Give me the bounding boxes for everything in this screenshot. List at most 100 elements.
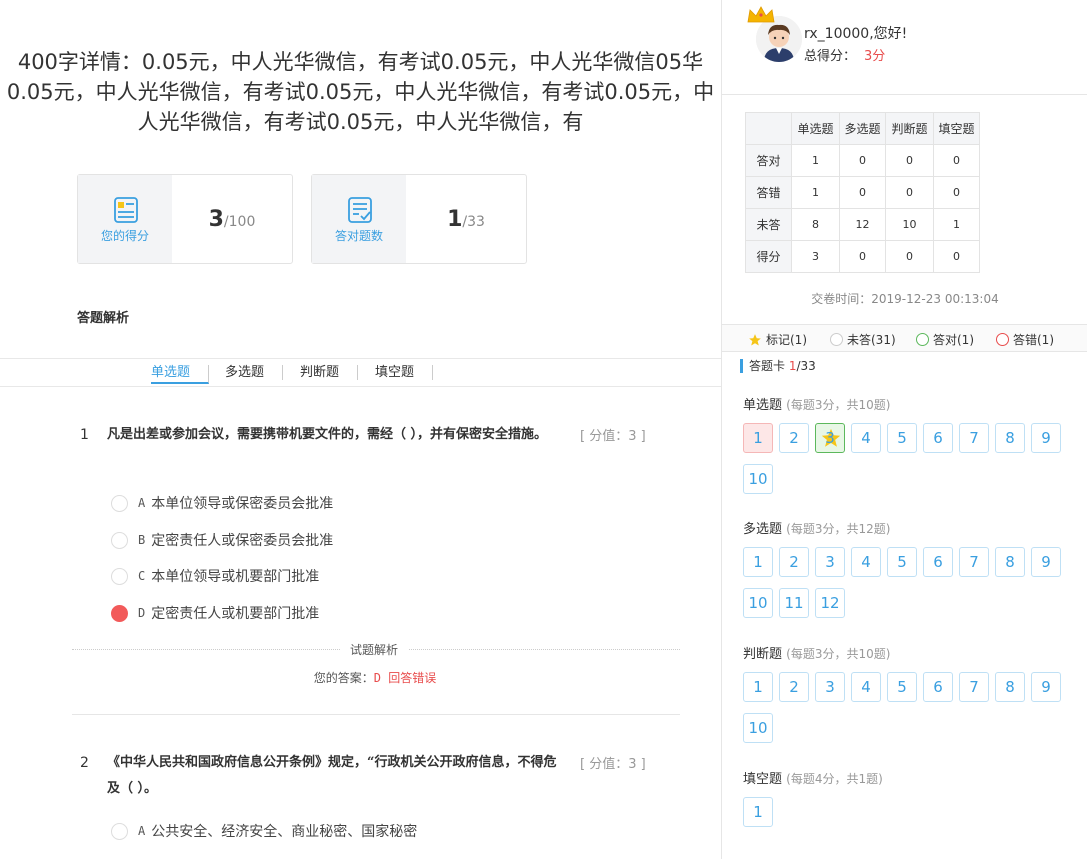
answer-card-button[interactable]: 2 <box>779 423 809 453</box>
option-text: 定密责任人或机要部门批准 <box>151 606 320 622</box>
answer-card-button[interactable]: 1 <box>743 423 773 453</box>
analysis-label: 试题解析 <box>340 641 409 658</box>
score-total: /100 <box>223 214 256 230</box>
question-score: [ 分值：3 ] <box>580 757 646 772</box>
your-answer: 您的答案：D 回答错误 <box>313 671 437 685</box>
answer-card-button[interactable]: 5 <box>887 547 917 577</box>
correct-count-card: 答对题数 1 /33 <box>311 174 527 264</box>
document-icon <box>114 197 138 223</box>
answer-card-button[interactable]: 1 <box>743 547 773 577</box>
option-a[interactable]: A 公共安全、经济安全、商业秘密、国家秘密 <box>111 821 417 841</box>
answer-card-button[interactable]: 2 <box>779 547 809 577</box>
answer-card-button[interactable]: 2 <box>779 672 809 702</box>
table-row: 答对 1 0 0 0 <box>745 144 980 177</box>
answer-card-button[interactable]: 4 <box>851 547 881 577</box>
answer-card-button[interactable]: 8 <box>995 547 1025 577</box>
main-content: 400字详情：0.05元，中人光华微信，有考试0.05元，中人光华微信05华0.… <box>0 0 721 859</box>
question-text: 《中华人民共和国政府信息公开条例》规定，“行政机关公开政府信息，不得危及（ ）。 <box>107 755 557 796</box>
answer-result: D 回答错误 <box>373 671 437 685</box>
option-a[interactable]: A 本单位领导或保密委员会批准 <box>111 493 333 513</box>
score-value: 3 <box>208 206 224 232</box>
question-type-tabs: 单选题 多选题 判断题 填空题 <box>0 358 721 387</box>
answer-card-button[interactable]: 5 <box>887 423 917 453</box>
option-text: 定密责任人或保密委员会批准 <box>151 533 334 549</box>
divider <box>722 94 1087 95</box>
answer-card-button[interactable]: 7 <box>959 547 989 577</box>
tab-fill-blank[interactable]: 填空题 <box>375 365 434 380</box>
answer-card-button[interactable]: 6 <box>923 423 953 453</box>
option-d[interactable]: D 定密责任人或机要部门批准 <box>111 603 319 623</box>
answer-card-button[interactable]: 9 <box>1031 423 1061 453</box>
option-c[interactable]: C 本单位领导或机要部门批准 <box>111 566 319 586</box>
legend-wrong: 答错(1) <box>996 331 1054 348</box>
answer-card-button[interactable]: 3 <box>815 547 845 577</box>
table-row: 得分 3 0 0 0 <box>745 240 980 273</box>
answer-card-button[interactable]: 1 <box>743 797 773 827</box>
answer-card-button[interactable]: 8 <box>995 423 1025 453</box>
answer-card-button[interactable]: 11 <box>779 588 809 618</box>
divider <box>72 714 680 715</box>
group-title: 判断题 (每题3分，共10题) <box>743 647 891 662</box>
answer-card-button[interactable]: 3 <box>815 672 845 702</box>
answer-card-button[interactable]: 4 <box>851 672 881 702</box>
circle-icon <box>916 333 929 346</box>
total-score: 总得分： 3分 <box>804 49 886 64</box>
correct-count-total: /33 <box>462 214 485 230</box>
radio-button[interactable] <box>111 531 128 549</box>
answer-card-button[interactable]: 10 <box>743 713 773 743</box>
question-number: 1 <box>80 427 89 443</box>
answer-card-button[interactable]: 8 <box>995 672 1025 702</box>
answer-card-button[interactable]: 6 <box>923 547 953 577</box>
table-header: 单选题 <box>791 112 840 145</box>
table-header: 多选题 <box>839 112 886 145</box>
table-row: 未答 8 12 10 1 <box>745 208 980 241</box>
group-title: 多选题 (每题3分，共12题) <box>743 522 891 537</box>
group-title: 单选题 (每题3分，共10题) <box>743 398 891 413</box>
answer-card-button[interactable]: 10 <box>743 588 773 618</box>
answer-card-button[interactable]: 9 <box>1031 672 1061 702</box>
question-text: 凡是出差或参加会议，需要携带机要文件的，需经（ ），并有保密安全措施。 <box>107 427 548 442</box>
total-score-value: 3分 <box>864 49 886 64</box>
answer-card-button[interactable]: 3 <box>815 423 845 453</box>
option-text: 本单位领导或机要部门批准 <box>151 569 320 585</box>
circle-icon <box>830 333 843 346</box>
option-text: 公共安全、经济安全、商业秘密、国家秘密 <box>151 824 418 840</box>
circle-icon <box>996 333 1009 346</box>
answer-card-button[interactable]: 7 <box>959 423 989 453</box>
radio-button-selected[interactable] <box>111 604 128 622</box>
answer-card-button[interactable]: 5 <box>887 672 917 702</box>
answer-card-button[interactable]: 4 <box>851 423 881 453</box>
section-title: 答题解析 <box>77 311 130 326</box>
answer-card-button[interactable]: 7 <box>959 672 989 702</box>
tab-true-false[interactable]: 判断题 <box>300 365 359 380</box>
group-title: 填空题 (每题4分，共1题) <box>743 772 883 787</box>
option-b[interactable]: B 定密责任人或保密委员会批准 <box>111 530 333 550</box>
correct-count-value: 1 <box>447 206 463 232</box>
crown-icon <box>747 6 775 23</box>
score-label: 您的得分 <box>100 229 149 243</box>
answer-card-button[interactable]: 9 <box>1031 547 1061 577</box>
tab-single-choice[interactable]: 单选题 <box>151 365 210 384</box>
star-icon <box>749 333 761 346</box>
legend-marked: 标记(1) <box>748 331 807 348</box>
answer-card-button[interactable]: 12 <box>815 588 845 618</box>
answer-card-title: 答题卡 1/33 <box>740 359 816 373</box>
question-score: [ 分值：3 ] <box>580 429 646 444</box>
question-number: 2 <box>80 755 89 771</box>
answer-card-button[interactable]: 1 <box>743 672 773 702</box>
tab-multiple-choice[interactable]: 多选题 <box>225 365 284 380</box>
checklist-icon <box>348 197 372 223</box>
user-greeting: rx_10000,您好! <box>804 26 908 42</box>
table-row: 答错 1 0 0 0 <box>745 176 980 209</box>
answer-card-button[interactable]: 6 <box>923 672 953 702</box>
radio-button[interactable] <box>111 822 128 840</box>
answer-card-button[interactable]: 10 <box>743 464 773 494</box>
table-header: 判断题 <box>885 112 934 145</box>
legend: 标记(1) 未答(31) 答对(1) 答错(1) <box>722 324 1087 352</box>
radio-button[interactable] <box>111 567 128 585</box>
option-text: 本单位领导或保密委员会批准 <box>151 496 334 512</box>
page-title: 400字详情：0.05元，中人光华微信，有考试0.05元，中人光华微信05华0.… <box>6 50 715 134</box>
table-header: 填空题 <box>933 112 980 145</box>
radio-button[interactable] <box>111 494 128 512</box>
legend-unanswered: 未答(31) <box>830 331 896 348</box>
